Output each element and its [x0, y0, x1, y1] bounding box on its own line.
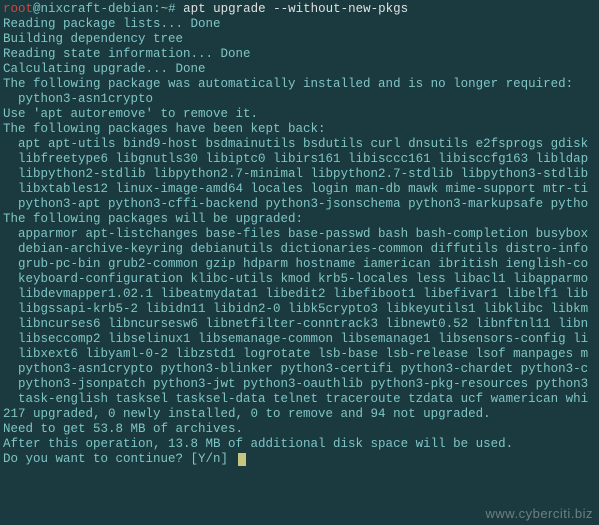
- output-line: apparmor apt-listchanges base-files base…: [3, 227, 596, 242]
- output-line: libxext6 libyaml-0-2 libzstd1 logrotate …: [3, 347, 596, 362]
- output-line: python3-asn1crypto: [3, 92, 596, 107]
- output-line: Calculating upgrade... Done: [3, 62, 596, 77]
- output-line: Reading state information... Done: [3, 47, 596, 62]
- output-line: libpython2-stdlib libpython2.7-minimal l…: [3, 167, 596, 182]
- output-line: The following packages will be upgraded:: [3, 212, 596, 227]
- output-line: Need to get 53.8 MB of archives.: [3, 422, 596, 437]
- output-line: python3-apt python3-cffi-backend python3…: [3, 197, 596, 212]
- output-line: python3-asn1crypto python3-blinker pytho…: [3, 362, 596, 377]
- output-line: grub-pc-bin grub2-common gzip hdparm hos…: [3, 257, 596, 272]
- output-line: libxtables12 linux-image-amd64 locales l…: [3, 182, 596, 197]
- prompt-user: root: [3, 2, 33, 16]
- prompt-line: root@nixcraft-debian:~# apt upgrade --wi…: [3, 2, 596, 17]
- command-text: apt upgrade --without-new-pkgs: [183, 2, 408, 16]
- output-line: The following packages have been kept ba…: [3, 122, 596, 137]
- output-line: Building dependency tree: [3, 32, 596, 47]
- prompt-at: @: [33, 2, 41, 16]
- output-line: libseccomp2 libselinux1 libsemanage-comm…: [3, 332, 596, 347]
- output-line: task-english tasksel tasksel-data telnet…: [3, 392, 596, 407]
- prompt-host: nixcraft-debian: [41, 2, 154, 16]
- output-line: apt apt-utils bind9-host bsdmainutils bs…: [3, 137, 596, 152]
- output-line: libdevmapper1.02.1 libeatmydata1 libedit…: [3, 287, 596, 302]
- output-line: Reading package lists... Done: [3, 17, 596, 32]
- output-line: libgssapi-krb5-2 libidn11 libidn2-0 libk…: [3, 302, 596, 317]
- output-line: keyboard-configuration klibc-utils kmod …: [3, 272, 596, 287]
- prompt-hash: #: [168, 2, 183, 16]
- confirm-prompt-line[interactable]: Do you want to continue? [Y/n]: [3, 452, 596, 467]
- output-line: libncurses6 libncursesw6 libnetfilter-co…: [3, 317, 596, 332]
- output-line: After this operation, 13.8 MB of additio…: [3, 437, 596, 452]
- cursor-icon: [238, 453, 246, 466]
- prompt-colon: :: [153, 2, 161, 16]
- output-line: The following package was automatically …: [3, 77, 596, 92]
- watermark: www.cyberciti.biz: [486, 506, 593, 521]
- output-line: python3-jsonpatch python3-jwt python3-oa…: [3, 377, 596, 392]
- output-line: libfreetype6 libgnutls30 libiptc0 libirs…: [3, 152, 596, 167]
- output-line: Use 'apt autoremove' to remove it.: [3, 107, 596, 122]
- output-line: 217 upgraded, 0 newly installed, 0 to re…: [3, 407, 596, 422]
- confirm-prompt-text: Do you want to continue? [Y/n]: [3, 452, 236, 466]
- prompt-path: ~: [161, 2, 169, 16]
- output-line: debian-archive-keyring debianutils dicti…: [3, 242, 596, 257]
